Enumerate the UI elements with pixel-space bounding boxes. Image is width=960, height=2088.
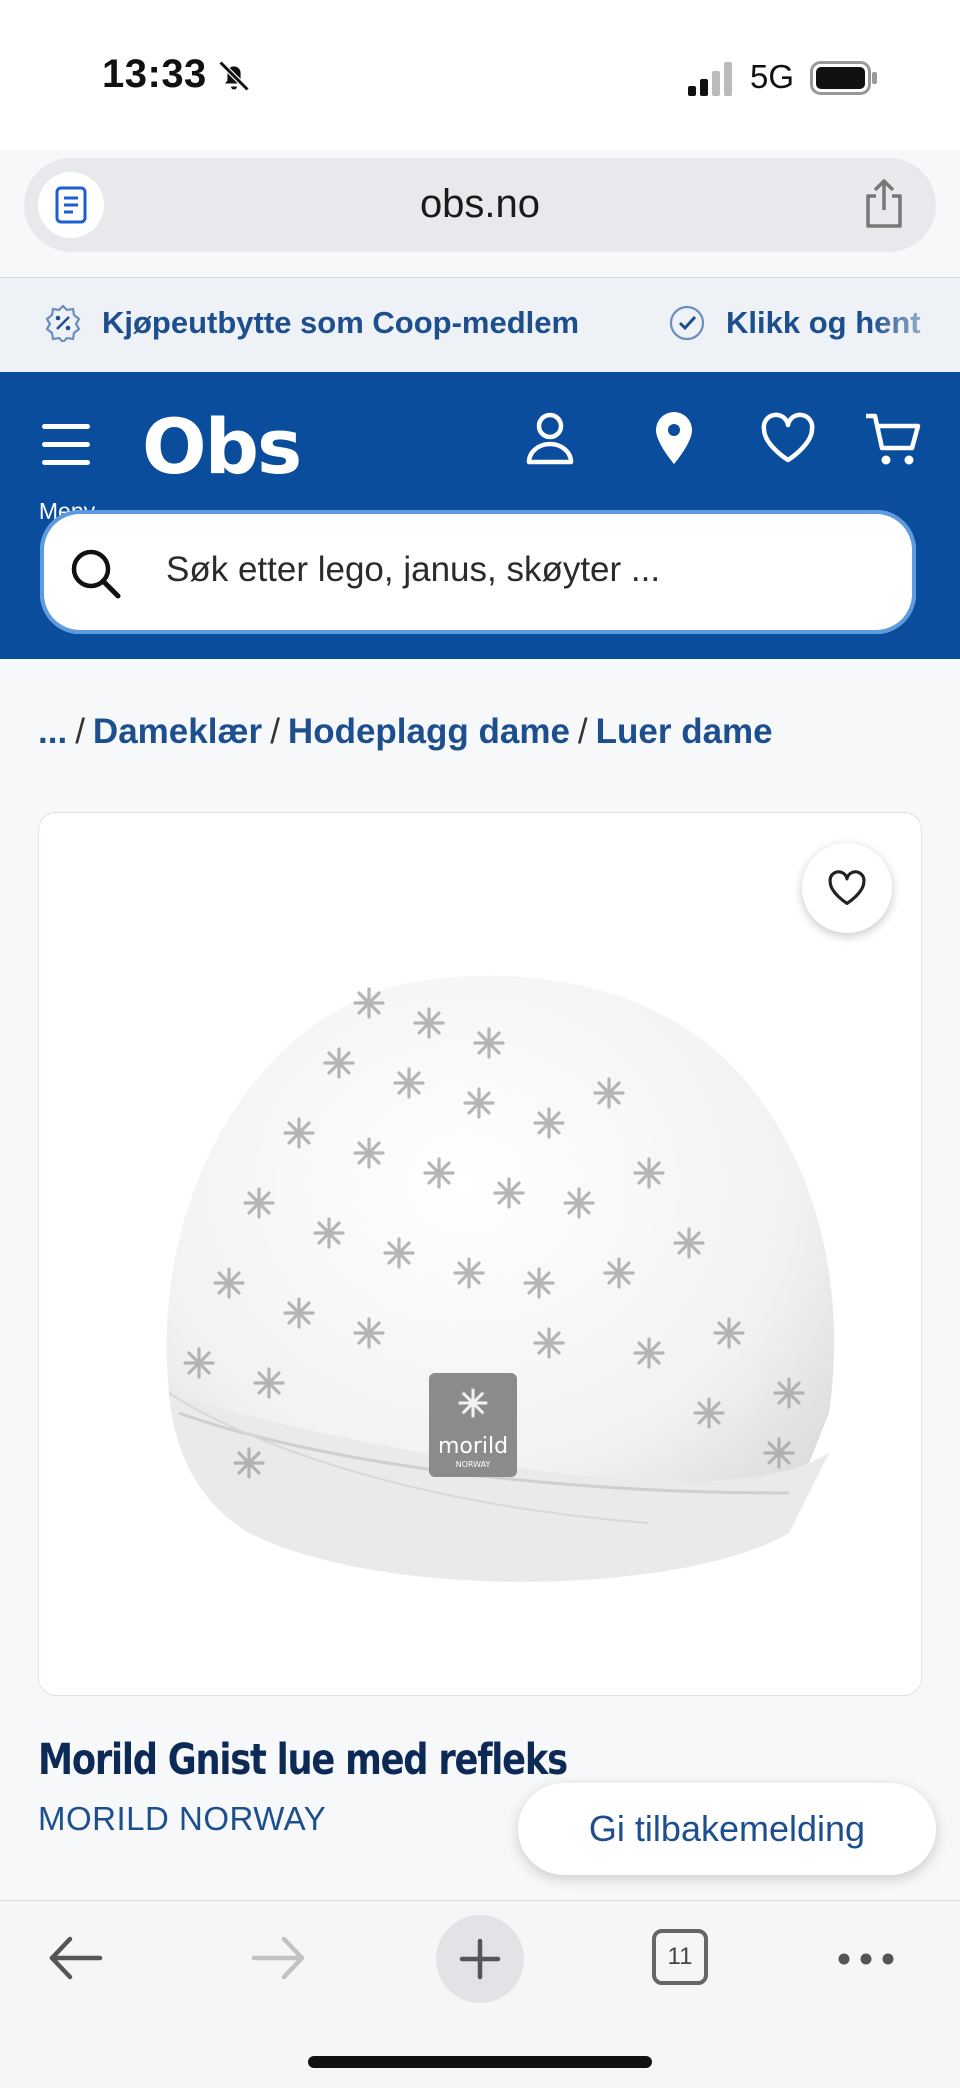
check-badge-icon (669, 305, 705, 341)
breadcrumb-item-dameklaer[interactable]: Dameklær (93, 712, 262, 751)
breadcrumb: ... / Dameklær / Hodeplagg dame / Luer dame (38, 712, 773, 752)
forward-icon[interactable] (248, 1933, 308, 1983)
menu-button[interactable]: Meny (34, 412, 98, 524)
network-label: 5G (750, 58, 795, 95)
new-tab-icon (459, 1938, 501, 1980)
bell-slash-icon (218, 60, 250, 92)
breadcrumb-item-luer[interactable]: Luer dame (596, 712, 773, 751)
promo-label: Kjøpeutbytte som Coop-medlem (102, 305, 580, 340)
breadcrumb-separator: / (270, 712, 280, 751)
product-image-card[interactable]: morild NORWAY (38, 812, 922, 1696)
share-icon[interactable] (860, 178, 908, 230)
search-input[interactable]: Søk etter lego, janus, skøyter ... (40, 510, 916, 634)
morild-label: morild NORWAY (429, 1373, 517, 1477)
percent-badge-icon (45, 304, 81, 342)
svg-text:NORWAY: NORWAY (456, 1460, 491, 1469)
location-icon[interactable] (644, 408, 704, 468)
obs-logo[interactable]: Obs (142, 402, 302, 491)
battery-icon (810, 61, 877, 95)
status-bar: 13:33 5G (0, 0, 960, 150)
breadcrumb-separator: / (75, 712, 85, 751)
tabs-icon[interactable]: 11 (652, 1929, 708, 1985)
more-icon[interactable] (836, 1951, 896, 1967)
search-icon (71, 549, 121, 599)
new-tab-button[interactable] (436, 1915, 524, 2003)
breadcrumb-item-hodeplagg[interactable]: Hodeplagg dame (288, 712, 570, 751)
home-indicator (308, 2056, 652, 2068)
promo-fade (870, 278, 960, 374)
cart-icon[interactable] (864, 408, 924, 468)
status-time: 13:33 (102, 52, 207, 96)
beanie-hat-image: morild NORWAY (166, 975, 835, 1582)
account-icon[interactable] (520, 408, 580, 468)
signal-icon (688, 62, 732, 96)
svg-text:morild: morild (438, 1434, 508, 1459)
site-header: Meny Obs Søk etter lego, janus, skøyter … (0, 372, 960, 659)
url-text[interactable]: obs.no (24, 182, 936, 227)
url-bar[interactable]: obs.no (24, 158, 936, 252)
search-placeholder: Søk etter lego, janus, skøyter ... (166, 550, 661, 589)
promo-strip: Kjøpeutbytte som Coop-medlem Klikk og he… (0, 277, 960, 374)
product-title: Morild Gnist lue med refleks (38, 1735, 568, 1785)
back-icon[interactable] (46, 1933, 106, 1983)
feedback-button[interactable]: Gi tilbakemelding (518, 1783, 936, 1875)
promo-item-member[interactable]: Kjøpeutbytte som Coop-medlem (44, 304, 579, 342)
heart-icon[interactable] (758, 408, 818, 468)
product-brand[interactable]: MORILD NORWAY (38, 1800, 326, 1838)
breadcrumb-ellipsis[interactable]: ... (38, 712, 67, 751)
breadcrumb-separator: / (577, 712, 588, 751)
